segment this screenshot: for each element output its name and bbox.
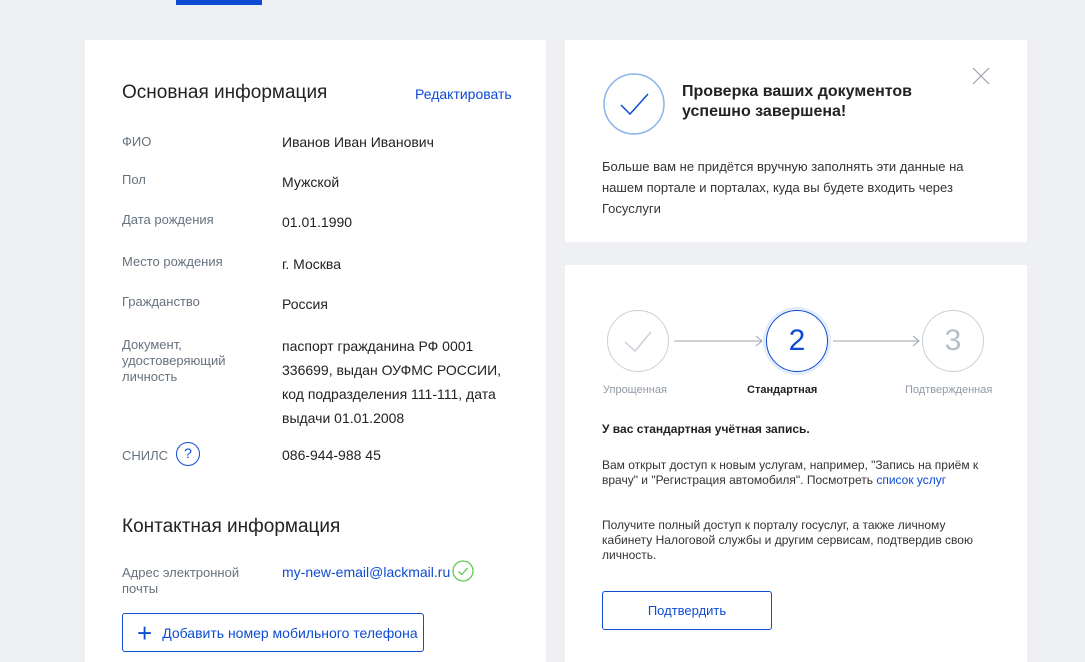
active-tab-indicator [176,0,262,5]
field-value-citizenship: Россия [282,296,328,312]
verified-check-icon [452,560,474,582]
account-level-upgrade-text: Получите полный доступ к порталу госуслу… [602,518,973,562]
step-confirmed-circle: 3 [922,310,984,372]
close-icon[interactable] [971,66,991,86]
field-value-snils: 086-944-988 45 [282,447,381,463]
field-label-sex: Пол [122,172,146,187]
step-standard-circle: 2 [766,310,828,372]
success-check-icon [603,73,665,135]
contact-info-title: Контактная информация [122,516,341,537]
field-label-snils: СНИЛС [122,448,169,463]
field-label-citizenship: Гражданство [122,294,200,309]
services-list-link[interactable]: список услуг [876,473,946,487]
email-value[interactable]: my-new-email@lackmail.ru [282,560,450,585]
step-label-standard: Стандартная [747,384,818,396]
field-value-birthdate: 01.01.1990 [282,214,353,230]
step-arrow-icon [833,335,920,347]
step-label-simplified: Упрощенная [603,384,667,396]
email-label: Адрес электронной почты [122,565,240,596]
step-done-check-icon [624,331,652,353]
add-phone-label: Добавить номер мобильного телефона [162,624,418,641]
field-label-document: Документ, удостоверяющий личность [122,337,226,384]
field-label-birthplace: Место рождения [122,254,223,269]
field-value-document: паспорт гражданина РФ 0001 336699, выдан… [282,338,502,426]
success-text: Больше вам не придётся вручную заполнять… [602,159,964,216]
field-value-birthplace: г. Москва [282,256,341,272]
success-title: Проверка ваших документов успешно заверш… [682,83,912,120]
account-level-text: Вам открыт доступ к новым услугам, напри… [602,458,992,488]
step-arrow-icon [674,335,763,347]
field-label-fio: ФИО [122,134,152,149]
account-level-heading: У вас стандартная учётная запись. [602,422,810,436]
basic-info-title: Основная информация [122,82,328,103]
field-label-birthdate: Дата рождения [122,212,214,227]
add-phone-button[interactable]: + Добавить номер мобильного телефона [122,613,424,652]
plus-icon: + [137,617,153,648]
step-simplified-circle [607,310,669,372]
question-icon[interactable]: ? [176,442,200,466]
confirm-button[interactable]: Подтвердить [602,591,772,630]
step-label-confirmed: Подтвержденная [905,384,993,396]
field-value-sex: Мужской [282,174,340,190]
edit-link[interactable]: Редактировать [415,86,512,102]
field-value-fio: Иванов Иван Иванович [282,134,434,150]
